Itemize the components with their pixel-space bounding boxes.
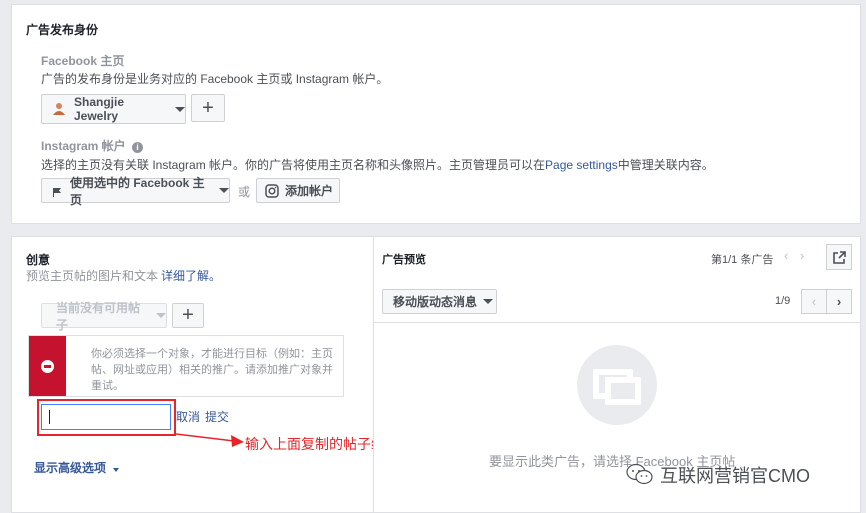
facebook-page-desc: 广告的发布身份是业务对应的 Facebook 主页或 Instagram 帐户。 xyxy=(41,72,389,86)
chevron-down-icon xyxy=(483,299,494,304)
use-page-label: 使用选中的 Facebook 主页 xyxy=(70,175,205,207)
submit-link[interactable]: 提交 xyxy=(205,408,229,425)
page-select-dropdown[interactable]: Shangjie Jewelry xyxy=(41,94,186,124)
open-external-button[interactable] xyxy=(826,244,852,270)
preview-page-counter: 1/9 xyxy=(775,295,791,307)
watermark-text: 互联网营销官CMO xyxy=(660,466,810,486)
add-post-button[interactable]: + xyxy=(172,303,204,328)
creative-title: 创意 xyxy=(26,253,51,267)
or-label: 或 xyxy=(238,185,251,199)
ad-counter: 第1/1 条广告 xyxy=(711,254,774,266)
instagram-icon xyxy=(265,183,279,198)
add-account-label: 添加帐户 xyxy=(285,184,334,198)
external-link-icon xyxy=(832,250,846,264)
post-select-label: 当前没有可用帖子 xyxy=(56,300,141,332)
chevron-down-icon xyxy=(156,313,166,318)
instagram-account-title: Instagram 帐户 i xyxy=(41,137,144,154)
chevron-down-icon xyxy=(175,106,185,112)
chevron-down-icon xyxy=(113,468,120,472)
chevron-down-icon xyxy=(219,188,229,193)
advanced-options-link[interactable]: 显示高级选项 xyxy=(34,459,120,476)
placement-dropdown[interactable]: 移动版动态消息 xyxy=(382,289,497,314)
cancel-link[interactable]: 取消 xyxy=(176,408,200,425)
add-account-button[interactable]: 添加帐户 xyxy=(256,178,340,203)
prev-preview-button[interactable]: ‹ xyxy=(801,289,827,314)
warning-strip xyxy=(29,336,66,396)
preview-title: 广告预览 xyxy=(382,254,426,266)
page-settings-link[interactable]: Page settings xyxy=(545,158,618,172)
post-select-dropdown[interactable]: 当前没有可用帖子 xyxy=(41,301,167,332)
preview-divider xyxy=(374,322,860,323)
next-preview-button[interactable]: › xyxy=(826,289,852,314)
warning-text: 你必须选择一个对象，才能进行目标（例如：主页帖、网址或应用）相关的推广。请添加推… xyxy=(91,348,333,392)
empty-preview-icon xyxy=(577,345,657,425)
error-icon xyxy=(41,360,54,373)
page-select-label: Shangjie Jewelry xyxy=(74,95,125,123)
post-id-input[interactable] xyxy=(41,404,171,430)
wechat-icon xyxy=(626,463,653,485)
placement-label: 移动版动态消息 xyxy=(393,295,478,309)
prev-ad-icon[interactable]: ‹ xyxy=(784,248,788,263)
annotation-arrow xyxy=(176,433,244,447)
text-cursor xyxy=(49,410,50,424)
publisher-section-title: 广告发布身份 xyxy=(26,23,99,37)
flag-icon xyxy=(52,186,62,197)
instagram-desc: 选择的主页没有关联 Instagram 帐户。你的广告将使用主页名称和头像照片。… xyxy=(41,158,714,172)
creative-desc: 预览主页帖的图片和文本 详细了解。 xyxy=(26,269,222,283)
use-page-dropdown[interactable]: 使用选中的 Facebook 主页 xyxy=(41,176,230,207)
next-ad-icon[interactable]: › xyxy=(800,248,804,263)
facebook-page-title: Facebook 主页 xyxy=(41,54,125,68)
info-icon[interactable]: i xyxy=(132,142,144,153)
page-avatar-icon xyxy=(52,102,66,116)
learn-more-link[interactable]: 详细了解。 xyxy=(161,269,221,283)
warning-box: 你必须选择一个对象，才能进行目标（例如：主页帖、网址或应用）相关的推广。请添加推… xyxy=(28,335,344,397)
add-page-button[interactable]: + xyxy=(191,94,225,122)
